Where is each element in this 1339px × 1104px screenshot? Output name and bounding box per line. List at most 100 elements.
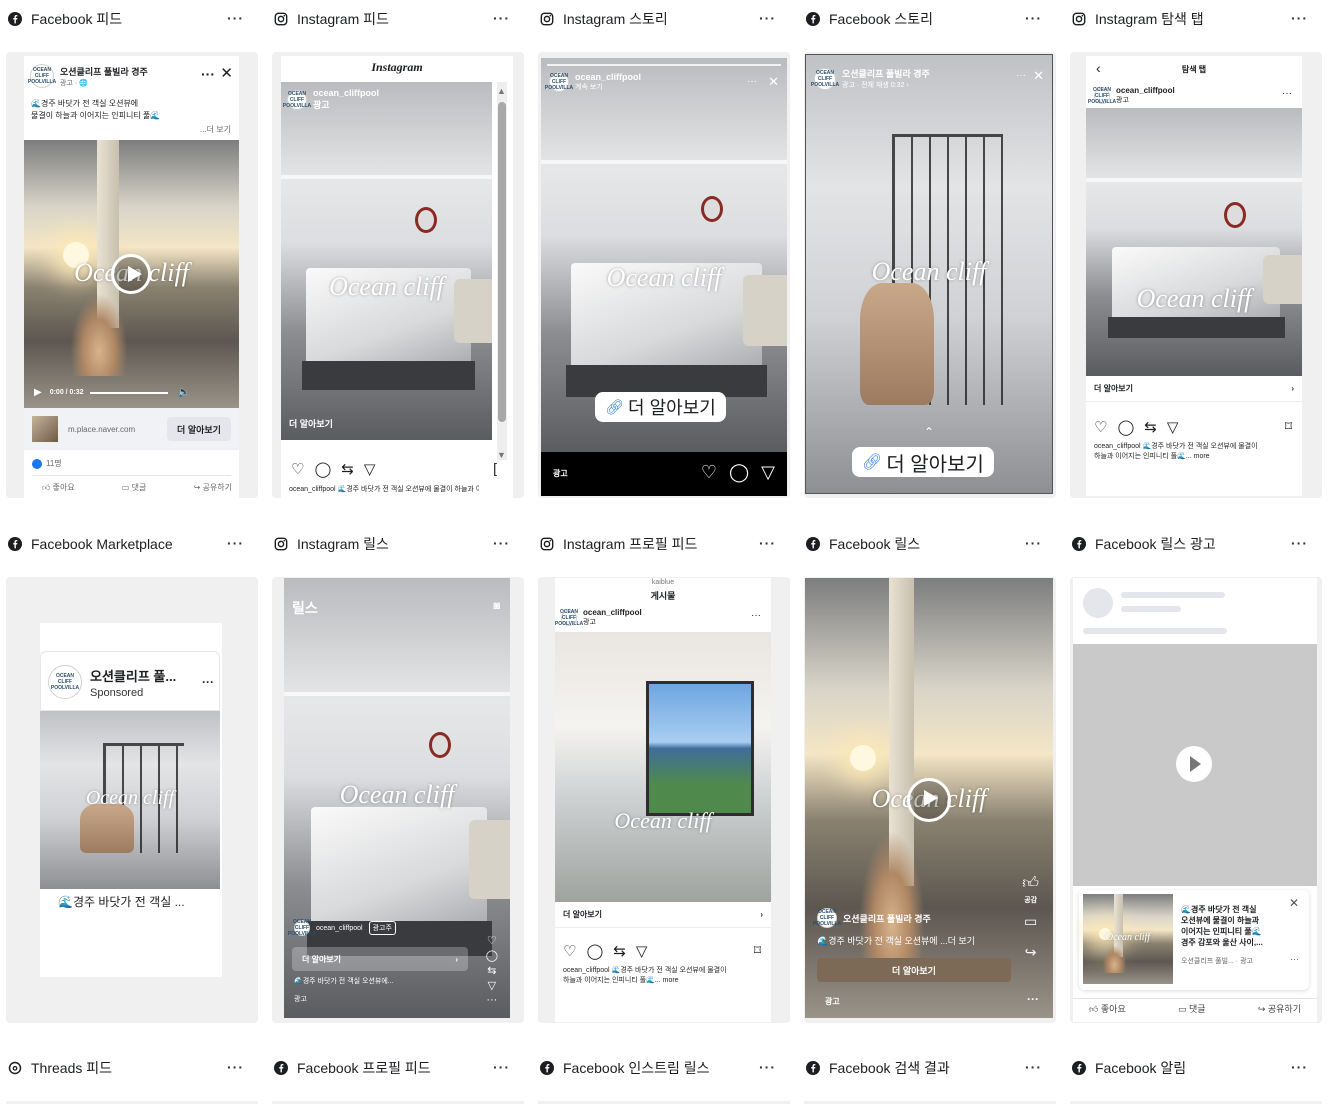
ad-image[interactable]: Ocean cliff — [40, 711, 220, 889]
camera-icon[interactable]: ◙ — [493, 600, 500, 612]
learn-more-sticker[interactable]: 🔗︎ 더 알아보기 — [852, 447, 994, 477]
account-handle[interactable]: ocean_cliffpool — [575, 72, 641, 82]
page-avatar[interactable]: OCEAN CLIFF POOLVILLA — [48, 665, 82, 699]
chevron-up-icon[interactable]: ⌃ — [924, 425, 934, 439]
more-icon[interactable]: ··· — [202, 675, 214, 689]
page-avatar[interactable]: OCEAN CLIFF POOLVILLA — [28, 64, 56, 88]
comment-icon[interactable]: ◯ — [1117, 418, 1134, 436]
comment-button[interactable]: ▭ 댓글 — [122, 482, 147, 493]
video-placeholder[interactable] — [1073, 644, 1317, 886]
heart-icon[interactable]: ♡ — [291, 460, 304, 478]
page-name[interactable]: 오션클리프 풀빌라 경주 — [842, 67, 930, 80]
page-avatar[interactable]: OCEAN CLIFF POOLVILLA — [813, 908, 841, 928]
account-handle[interactable]: ocean_cliffpool — [1116, 86, 1175, 95]
fb-story-card[interactable]: Ocean cliff OCEAN CLIFF POOLVILLA 오션클리프 … — [805, 54, 1053, 494]
more-options-icon[interactable]: ··· — [1025, 535, 1042, 551]
bookmark-icon[interactable]: [ — [493, 460, 497, 476]
comment-icon[interactable]: ◯ — [486, 949, 498, 962]
link-thumbnail[interactable] — [32, 416, 58, 442]
heart-icon[interactable]: ♡ — [563, 942, 576, 960]
play-icon[interactable] — [1176, 746, 1212, 782]
more-icon[interactable]: ··· — [1290, 954, 1299, 964]
heart-icon[interactable]: ♡ — [487, 934, 497, 947]
see-more-link[interactable]: ...더 보기 — [200, 124, 231, 135]
ad-thumbnail[interactable]: Ocean cliff — [1083, 894, 1173, 984]
more-options-icon[interactable]: ··· — [227, 535, 244, 551]
thumb-up-icon[interactable]: 👍︎ — [1022, 874, 1039, 893]
close-icon[interactable]: ✕ — [1033, 68, 1044, 84]
ad-image[interactable]: Ocean cliff OCEAN CLIFF POOLVILLA ocean_… — [281, 82, 492, 440]
more-options-icon[interactable]: ··· — [227, 1059, 244, 1075]
more-icon[interactable]: ··· — [486, 994, 497, 1006]
page-name[interactable]: 오션클리프 풀... — [90, 666, 176, 685]
close-icon[interactable]: ✕ — [220, 64, 233, 82]
share-button[interactable]: ↪ 공유하기 — [1258, 1002, 1301, 1015]
heart-icon[interactable]: ♡ — [1094, 418, 1107, 436]
bookmark-icon[interactable]: ⌑ — [754, 942, 761, 959]
account-avatar[interactable]: OCEAN CLIFF POOLVILLA — [283, 89, 311, 110]
play-icon[interactable] — [111, 254, 151, 294]
more-options-icon[interactable]: ··· — [1291, 1059, 1308, 1075]
learn-more-button[interactable]: 더 알아보기 — [817, 958, 1011, 982]
comment-icon[interactable]: ◯ — [729, 462, 749, 483]
more-options-icon[interactable]: ··· — [1291, 535, 1308, 551]
repost-icon[interactable]: ⇆ — [613, 942, 626, 960]
send-icon[interactable]: ▽ — [364, 460, 376, 478]
close-icon[interactable]: ✕ — [1289, 896, 1299, 910]
heart-icon[interactable]: ♡ — [701, 462, 717, 483]
send-icon[interactable]: ▽ — [636, 942, 648, 960]
comment-icon[interactable]: ▭ — [1024, 913, 1037, 930]
account-handle[interactable]: ocean_cliffpool — [316, 925, 363, 932]
repost-icon[interactable]: ⇆ — [1144, 418, 1157, 436]
learn-more-bar[interactable]: 더 알아보기 › — [1086, 376, 1302, 402]
like-button[interactable]: 👍︎ 좋아요 — [42, 482, 75, 493]
share-icon[interactable]: ↪ — [1025, 944, 1037, 961]
account-avatar[interactable]: OCEAN CLIFF POOLVILLA — [288, 919, 316, 937]
learn-more-button[interactable]: 더 알아보기 — [167, 417, 231, 441]
close-icon[interactable]: ✕ — [768, 74, 779, 90]
repost-icon[interactable]: ⇆ — [341, 460, 354, 478]
scrollbar-thumb[interactable] — [498, 102, 506, 422]
play-small-icon[interactable]: ▶ — [34, 387, 42, 398]
send-icon[interactable]: ▽ — [761, 462, 775, 483]
more-icon[interactable]: ··· — [1027, 992, 1039, 1006]
more-icon[interactable]: ··· — [1016, 70, 1026, 81]
ad-image[interactable]: Ocean cliff OCEAN CLIFF POOLVILLA ocean_… — [541, 58, 787, 452]
ad-image[interactable]: Ocean cliff — [555, 632, 771, 902]
more-options-icon[interactable]: ··· — [493, 535, 510, 551]
scrollbar[interactable]: ▲ ▼ — [497, 82, 507, 460]
video-progress-bar[interactable] — [89, 391, 168, 394]
bookmark-icon[interactable]: ⌑ — [1285, 418, 1292, 435]
comment-icon[interactable]: ◯ — [314, 460, 331, 478]
more-icon[interactable]: ··· — [201, 66, 215, 82]
page-name[interactable]: 오션클리프 풀빌라 경주 — [60, 65, 148, 78]
more-options-icon[interactable]: ··· — [493, 1059, 510, 1075]
more-icon[interactable]: ··· — [1282, 88, 1292, 99]
volume-icon[interactable]: 🔈 — [178, 387, 190, 398]
more-options-icon[interactable]: ··· — [759, 1059, 776, 1075]
account-avatar[interactable]: OCEAN CLIFF POOLVILLA — [1088, 87, 1116, 105]
more-icon[interactable]: ··· — [747, 76, 757, 87]
more-icon[interactable]: ··· — [751, 610, 761, 621]
ad-overlay-card[interactable]: Ocean cliff 🌊경주 바닷가 전 객실 오션뷰에 물결이 하늘과 이어… — [1079, 890, 1309, 990]
play-icon[interactable] — [907, 778, 951, 822]
more-options-icon[interactable]: ··· — [227, 10, 244, 26]
learn-more-bar[interactable]: 더 알아보기 › — [555, 902, 771, 928]
page-name[interactable]: 오션클리프 풀빌라 경주 — [843, 912, 931, 925]
reaction-count[interactable]: 11명 — [46, 458, 62, 469]
learn-more-overlay[interactable]: 더 알아보기 — [289, 417, 333, 430]
page-avatar[interactable]: OCEAN CLIFF POOLVILLA — [811, 67, 839, 90]
repost-icon[interactable]: ⇆ — [487, 964, 496, 977]
comment-icon[interactable]: ◯ — [586, 942, 603, 960]
learn-more-sticker[interactable]: 🔗︎ 더 알아보기 — [595, 392, 726, 422]
more-options-icon[interactable]: ··· — [759, 535, 776, 551]
account-handle[interactable]: ocean_cliffpool — [313, 88, 379, 98]
ad-video[interactable]: Ocean cliff ▶ 0:00 / 0:32 🔈 — [24, 140, 239, 408]
account-avatar[interactable]: OCEAN CLIFF POOLVILLA — [555, 609, 583, 627]
account-handle[interactable]: ocean_cliffpool — [583, 608, 642, 617]
more-options-icon[interactable]: ··· — [1025, 10, 1042, 26]
ad-image[interactable]: Ocean cliff — [1086, 108, 1302, 376]
like-button[interactable]: 👍︎ 좋아요 — [1089, 1002, 1126, 1015]
ig-reels-card[interactable]: Ocean cliff 릴스 ◙ OCEAN CLIFF POOLVILLA o… — [284, 578, 510, 1018]
fb-reels-card[interactable]: Ocean cliff 👍︎ 공감 ▭ ↪ OCEAN CLIFF POOLVI… — [805, 578, 1053, 1018]
